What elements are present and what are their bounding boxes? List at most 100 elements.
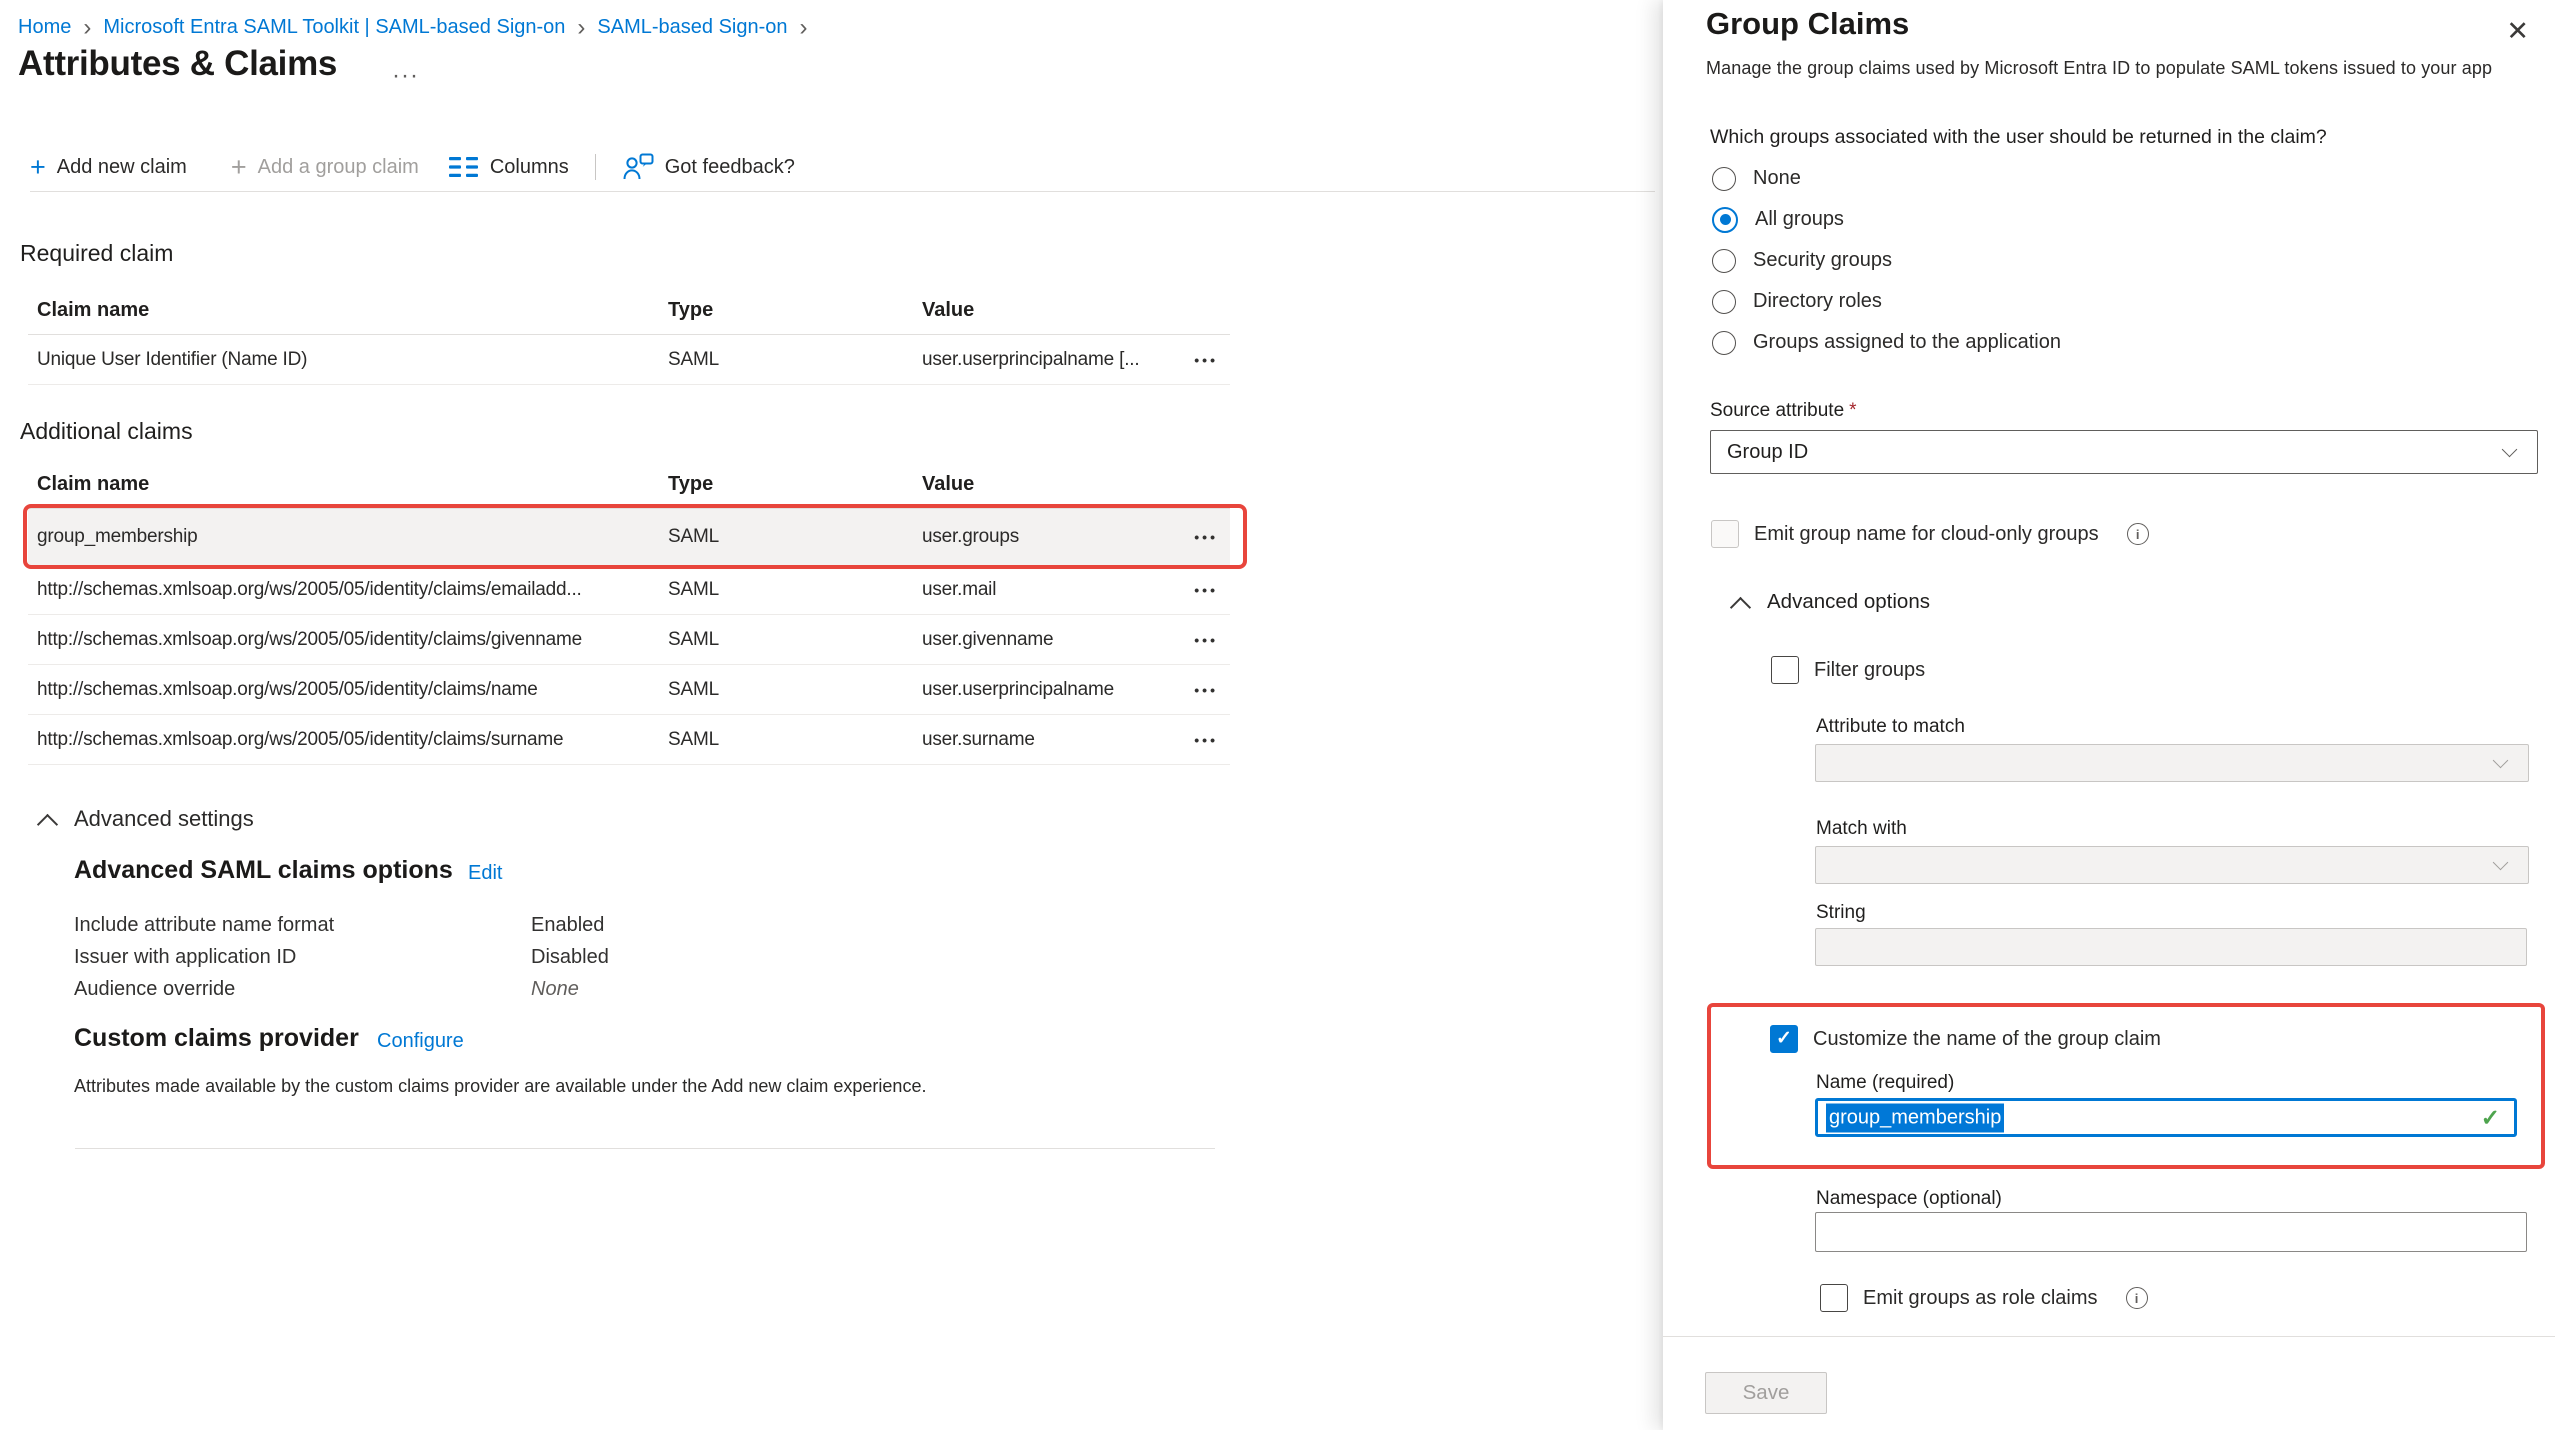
column-header-value[interactable]: Value — [922, 299, 1148, 322]
add-group-claim-button[interactable]: + Add a group claim — [231, 155, 419, 179]
page-title: Attributes & Claims — [18, 44, 337, 84]
table-row[interactable]: http://schemas.xmlsoap.org/ws/2005/05/id… — [28, 615, 1230, 665]
radio-icon — [1712, 167, 1736, 191]
save-button[interactable]: Save — [1705, 1372, 1827, 1414]
advanced-options-toggle[interactable] — [1733, 600, 1748, 620]
filter-groups-label: Filter groups — [1814, 659, 1925, 682]
issuer-app-id-value: Disabled — [531, 946, 609, 969]
include-attr-format-value: Enabled — [531, 914, 604, 937]
radio-option-groups-assigned[interactable]: Groups assigned to the application — [1712, 330, 2061, 355]
chevron-down-icon — [2493, 855, 2509, 871]
panel-footer-divider — [1663, 1336, 2555, 1337]
radio-label: All groups — [1755, 208, 1844, 231]
radio-option-security-groups[interactable]: Security groups — [1712, 248, 2061, 273]
column-header-claim-name[interactable]: Claim name — [28, 473, 668, 496]
additional-claims-section-title: Additional claims — [20, 418, 193, 445]
advanced-options-title[interactable]: Advanced options — [1767, 590, 1930, 614]
group-type-radio-group: None All groups Security groups Director… — [1712, 166, 2061, 355]
radio-option-directory-roles[interactable]: Directory roles — [1712, 289, 2061, 314]
title-overflow-menu-button[interactable]: ··· — [392, 62, 419, 90]
claim-type-cell: SAML — [668, 579, 922, 601]
claim-name-cell: http://schemas.xmlsoap.org/ws/2005/05/id… — [28, 679, 668, 701]
row-menu-button[interactable]: ••• — [1194, 632, 1218, 648]
advanced-settings-toggle[interactable] — [40, 817, 55, 837]
table-row[interactable]: http://schemas.xmlsoap.org/ws/2005/05/id… — [28, 715, 1230, 765]
chevron-right-icon: › — [800, 18, 808, 38]
highlighted-group-membership-row[interactable]: group_membership SAML user.groups ••• — [28, 509, 1230, 565]
chevron-right-icon: › — [577, 18, 585, 38]
radio-icon — [1712, 249, 1736, 273]
claim-name-cell: http://schemas.xmlsoap.org/ws/2005/05/id… — [28, 579, 668, 601]
chevron-up-icon — [37, 814, 58, 835]
issuer-app-id-label: Issuer with application ID — [74, 946, 296, 969]
column-header-value[interactable]: Value — [922, 473, 1148, 496]
attribute-to-match-label: Attribute to match — [1816, 716, 1965, 738]
column-header-type[interactable]: Type — [668, 299, 922, 322]
emit-group-name-label: Emit group name for cloud-only groups — [1754, 523, 2099, 546]
configure-link[interactable]: Configure — [377, 1030, 464, 1053]
column-header-type[interactable]: Type — [668, 473, 922, 496]
info-icon[interactable]: i — [2127, 523, 2149, 545]
namespace-optional-label: Namespace (optional) — [1816, 1188, 2002, 1210]
add-group-claim-label: Add a group claim — [258, 156, 419, 179]
emit-group-name-checkbox[interactable] — [1711, 520, 1739, 548]
radio-label: Directory roles — [1753, 290, 1882, 313]
claim-value-cell: user.userprincipalname [... — [922, 349, 1148, 371]
toolbar-divider — [595, 154, 596, 180]
edit-link[interactable]: Edit — [468, 862, 502, 885]
audience-override-value: None — [531, 978, 579, 1001]
source-attribute-dropdown[interactable]: Group ID — [1710, 430, 2538, 474]
row-menu-button[interactable]: ••• — [1194, 352, 1218, 368]
audience-override-label: Audience override — [74, 978, 235, 1001]
namespace-input[interactable] — [1815, 1212, 2527, 1252]
row-menu-button[interactable]: ••• — [1194, 582, 1218, 598]
radio-option-all-groups[interactable]: All groups — [1712, 207, 2061, 232]
table-row[interactable]: Unique User Identifier (Name ID) SAML us… — [28, 335, 1230, 385]
row-menu-button[interactable]: ••• — [1194, 529, 1218, 545]
group-claims-panel: Group Claims ✕ Manage the group claims u… — [1663, 0, 2555, 1430]
command-bar: + Add new claim + Add a group claim Colu… — [30, 148, 795, 186]
radio-option-none[interactable]: None — [1712, 166, 2061, 191]
customize-name-checkbox[interactable] — [1770, 1025, 1798, 1053]
panel-title: Group Claims — [1706, 6, 1909, 42]
breadcrumb-app-link[interactable]: Microsoft Entra SAML Toolkit | SAML-base… — [103, 16, 565, 39]
required-claim-section-title: Required claim — [20, 240, 173, 267]
source-attribute-value: Group ID — [1711, 441, 1808, 464]
claim-value-cell: user.givenname — [922, 629, 1148, 651]
radio-icon — [1712, 331, 1736, 355]
claim-name-cell: Unique User Identifier (Name ID) — [28, 349, 668, 371]
info-icon[interactable]: i — [2126, 1287, 2148, 1309]
match-with-label: Match with — [1816, 818, 1907, 840]
advanced-settings-title[interactable]: Advanced settings — [74, 806, 254, 832]
breadcrumb-home-link[interactable]: Home — [18, 16, 71, 39]
claim-type-cell: SAML — [668, 526, 922, 548]
match-with-dropdown[interactable] — [1815, 846, 2529, 884]
columns-icon — [449, 156, 479, 178]
row-menu-button[interactable]: ••• — [1194, 682, 1218, 698]
table-row[interactable]: http://schemas.xmlsoap.org/ws/2005/05/id… — [28, 665, 1230, 715]
customize-name-label: Customize the name of the group claim — [1813, 1028, 2161, 1051]
advanced-saml-options-title: Advanced SAML claims options — [74, 856, 453, 885]
string-input[interactable] — [1815, 928, 2527, 966]
columns-label: Columns — [490, 156, 569, 179]
feedback-button[interactable]: Got feedback? — [622, 153, 795, 181]
add-new-claim-button[interactable]: + Add new claim — [30, 155, 187, 179]
attribute-to-match-dropdown[interactable] — [1815, 744, 2529, 782]
filter-groups-checkbox[interactable] — [1771, 656, 1799, 684]
columns-button[interactable]: Columns — [449, 156, 569, 179]
column-header-claim-name[interactable]: Claim name — [28, 299, 668, 322]
table-row[interactable]: http://schemas.xmlsoap.org/ws/2005/05/id… — [28, 565, 1230, 615]
claim-value-cell: user.mail — [922, 579, 1148, 601]
claim-name-cell: http://schemas.xmlsoap.org/ws/2005/05/id… — [28, 729, 668, 751]
emit-roles-checkbox[interactable] — [1820, 1284, 1848, 1312]
claim-value-cell: user.userprincipalname — [922, 679, 1148, 701]
close-icon[interactable]: ✕ — [2506, 16, 2529, 47]
breadcrumb-signon-link[interactable]: SAML-based Sign-on — [597, 16, 787, 39]
breadcrumb: Home › Microsoft Entra SAML Toolkit | SA… — [18, 16, 808, 39]
name-required-label: Name (required) — [1816, 1072, 1954, 1094]
additional-claims-table: Claim name Type Value group_membership S… — [28, 460, 1230, 765]
name-input[interactable]: group_membership ✓ — [1815, 1098, 2517, 1137]
row-menu-button[interactable]: ••• — [1194, 732, 1218, 748]
claim-name-cell: http://schemas.xmlsoap.org/ws/2005/05/id… — [28, 629, 668, 651]
customize-name-row: Customize the name of the group claim — [1770, 1025, 2161, 1053]
